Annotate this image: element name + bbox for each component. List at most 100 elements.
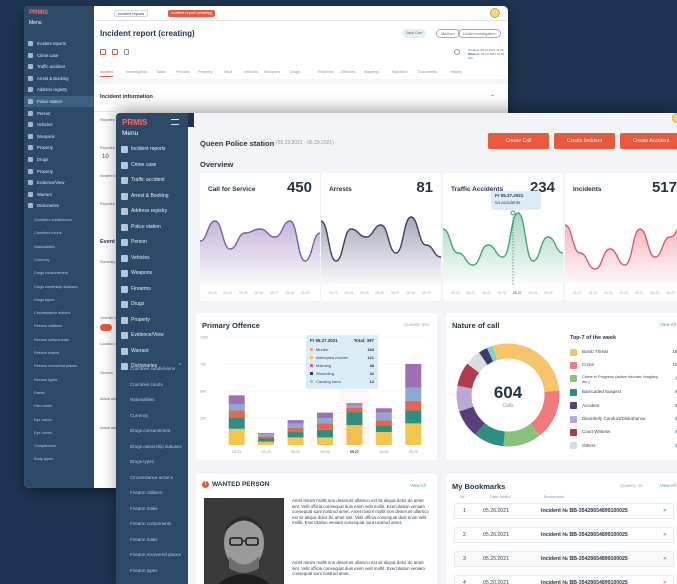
remove-bookmark-icon[interactable]: ✕ bbox=[663, 576, 667, 584]
subtab[interactable]: Documents bbox=[418, 70, 437, 74]
subtab[interactable]: History bbox=[450, 70, 462, 74]
subtab[interactable]: Investigation bbox=[126, 70, 147, 74]
time-value[interactable]: 10 bbox=[102, 154, 109, 160]
top7-item[interactable]: Disorderly Conduct/Disturbance51 bbox=[570, 413, 677, 425]
bar-segment[interactable] bbox=[258, 434, 275, 437]
donut-slice[interactable] bbox=[475, 422, 506, 447]
bar-segment[interactable] bbox=[287, 432, 304, 438]
top7-item[interactable]: Bomb Threat 180 bbox=[570, 346, 677, 358]
avatar[interactable] bbox=[672, 113, 677, 123]
sidebar-subitem[interactable]: Countries courts bbox=[24, 228, 94, 238]
bar-segment[interactable] bbox=[287, 427, 304, 433]
subtab[interactable]: Persons bbox=[176, 70, 190, 74]
stat-card[interactable]: Traffic Accidents 234 05.23 05.24 05.25 05.26… bbox=[443, 173, 563, 301]
sidebar-subitem[interactable]: Drugs ownership statuses bbox=[24, 282, 94, 292]
bar-segment[interactable] bbox=[258, 433, 275, 435]
sidebar-subitem[interactable]: Countries subdivisions bbox=[24, 215, 94, 225]
bar-segment[interactable] bbox=[375, 432, 392, 445]
bar-segment[interactable] bbox=[228, 418, 245, 429]
donut-slice[interactable] bbox=[457, 363, 480, 389]
sidebar-subitem[interactable]: Eye colors bbox=[24, 415, 94, 425]
donut-slice[interactable] bbox=[467, 352, 488, 373]
bar-segment[interactable] bbox=[258, 441, 275, 445]
sidebar-item[interactable]: Property bbox=[24, 142, 94, 153]
sidebar-item[interactable]: Warrant bbox=[116, 344, 188, 359]
bar-segment[interactable] bbox=[287, 423, 304, 428]
bookmark-row[interactable]: 1 05.26.2021 Incident № BB-354286548991000… bbox=[454, 503, 674, 519]
subtab[interactable]: Vehicles bbox=[244, 70, 258, 74]
sidebar-item[interactable]: Incident reports bbox=[24, 38, 94, 49]
sidebar-item[interactable]: Weapons bbox=[24, 131, 94, 142]
sidebar-item[interactable]: Vehicles bbox=[116, 251, 188, 266]
sidebar-subitem[interactable]: Eye colors bbox=[24, 428, 94, 438]
sidebar-item[interactable]: Traffic accident bbox=[116, 173, 188, 188]
bar-segment[interactable] bbox=[258, 436, 275, 439]
view-all-link[interactable]: View All bbox=[660, 483, 676, 488]
sidebar-item[interactable]: Vehicles bbox=[24, 119, 94, 130]
bar-segment[interactable] bbox=[405, 423, 422, 445]
sidebar-subitem[interactable]: Firearm recovered places bbox=[24, 361, 94, 371]
subtab[interactable]: Offences bbox=[340, 70, 355, 74]
subtab[interactable]: Vault bbox=[224, 70, 232, 74]
sidebar-subitem[interactable]: Drugs consumtment bbox=[24, 268, 94, 278]
sidebar-subitem[interactable]: Firearm calibers bbox=[116, 486, 188, 501]
subtab[interactable]: Weapons bbox=[264, 70, 280, 74]
bar-segment[interactable] bbox=[317, 423, 333, 430]
bookmark-link[interactable]: Incident № BB-35428654899100025 bbox=[541, 552, 628, 566]
wanted-person-photo[interactable] bbox=[204, 498, 284, 584]
tab-incident-creating[interactable]: Incident report (creating) bbox=[168, 10, 216, 17]
top7-item[interactable]: Others32 bbox=[570, 440, 677, 452]
subtab[interactable]: Narrative bbox=[392, 70, 407, 74]
trash-icon[interactable] bbox=[124, 49, 129, 55]
app-logo[interactable]: PRMIS bbox=[29, 10, 48, 16]
sidebar-item[interactable]: Evidence/View bbox=[116, 328, 188, 343]
sidebar-subitem[interactable]: Circumstance actions bbox=[24, 308, 94, 318]
sidebar-subitem[interactable]: Firearm recovered places bbox=[116, 548, 188, 563]
sidebar-subitem[interactable]: Firearm components bbox=[116, 517, 188, 532]
sidebar-subitem[interactable]: Countries courts bbox=[116, 378, 188, 393]
bar-segment[interactable] bbox=[375, 412, 392, 421]
bar-segment[interactable] bbox=[375, 425, 392, 433]
sidebar-subitem[interactable]: Nationalities bbox=[24, 242, 94, 252]
sidebar-item[interactable]: Drugs bbox=[24, 154, 94, 165]
sidebar-subitem[interactable]: Drugs consumtment bbox=[116, 424, 188, 439]
chevron-up-icon[interactable]: ⌃ bbox=[490, 94, 495, 101]
sidebar-subitem[interactable]: Body types bbox=[24, 454, 94, 464]
bar-segment[interactable] bbox=[317, 429, 333, 438]
bookmark-link[interactable]: Incident № BB-35428654899100025 bbox=[541, 528, 628, 542]
sidebar-subitem[interactable]: Drugs types bbox=[116, 455, 188, 470]
sidebar-item[interactable]: Warrant bbox=[24, 189, 94, 200]
sidebar-item[interactable]: Incident reports bbox=[116, 142, 188, 157]
donut-slice[interactable] bbox=[487, 345, 498, 362]
sidebar-item[interactable]: Weapons bbox=[116, 266, 188, 281]
donut-slice[interactable] bbox=[503, 423, 540, 447]
create-accident-button[interactable]: Create Accident bbox=[620, 133, 677, 149]
subtab[interactable]: Incident bbox=[100, 70, 114, 77]
sidebar-item[interactable]: Property bbox=[116, 313, 188, 328]
sidebar-subitem[interactable]: Firearm callibers bbox=[24, 321, 94, 331]
sidebar-subitem[interactable]: Firearm make bbox=[116, 533, 188, 548]
sidebar-item[interactable]: Arrest & Booking bbox=[24, 73, 94, 84]
sidebar-subitem[interactable]: Countries subdivisions bbox=[116, 362, 188, 377]
sidebar-subitem[interactable]: Firearm makes bbox=[24, 348, 94, 358]
bar-segment[interactable] bbox=[317, 418, 333, 424]
sidebar-item[interactable]: Property bbox=[24, 166, 94, 177]
stat-card[interactable]: Incidents 517 05.23 05.24 05.25 05.26 05.27 05.… bbox=[565, 173, 677, 301]
sidebar-subitem[interactable]: Circumstance actions bbox=[116, 471, 188, 486]
juvenile-toggle[interactable] bbox=[100, 324, 112, 331]
sidebar-item[interactable]: Firearms bbox=[116, 282, 188, 297]
bar-segment[interactable] bbox=[405, 400, 422, 411]
sidebar-subitem[interactable]: Nationalities bbox=[116, 393, 188, 408]
avatar[interactable] bbox=[490, 8, 500, 18]
sidebar-subitem[interactable]: Currency bbox=[116, 409, 188, 424]
top7-item[interactable]: Crime in Progress (active shooter, burgl… bbox=[570, 373, 677, 385]
sidebar-subitem[interactable]: Firearm types bbox=[116, 564, 188, 579]
remove-bookmark-icon[interactable]: ✕ bbox=[663, 552, 667, 566]
sidebar-subitem[interactable]: Firearm types bbox=[24, 375, 94, 385]
save-icon[interactable] bbox=[100, 49, 106, 55]
bookmark-row[interactable]: 2 05.26.2021 Incident № BB-354286548991000… bbox=[454, 527, 674, 543]
gear-icon[interactable] bbox=[454, 49, 460, 55]
bookmark-row[interactable]: 3 05.25.2021 Incident № BB-354286548991000… bbox=[454, 551, 674, 567]
subtab[interactable]: Mapping bbox=[364, 70, 379, 74]
remove-bookmark-icon[interactable]: ✕ bbox=[663, 528, 667, 542]
